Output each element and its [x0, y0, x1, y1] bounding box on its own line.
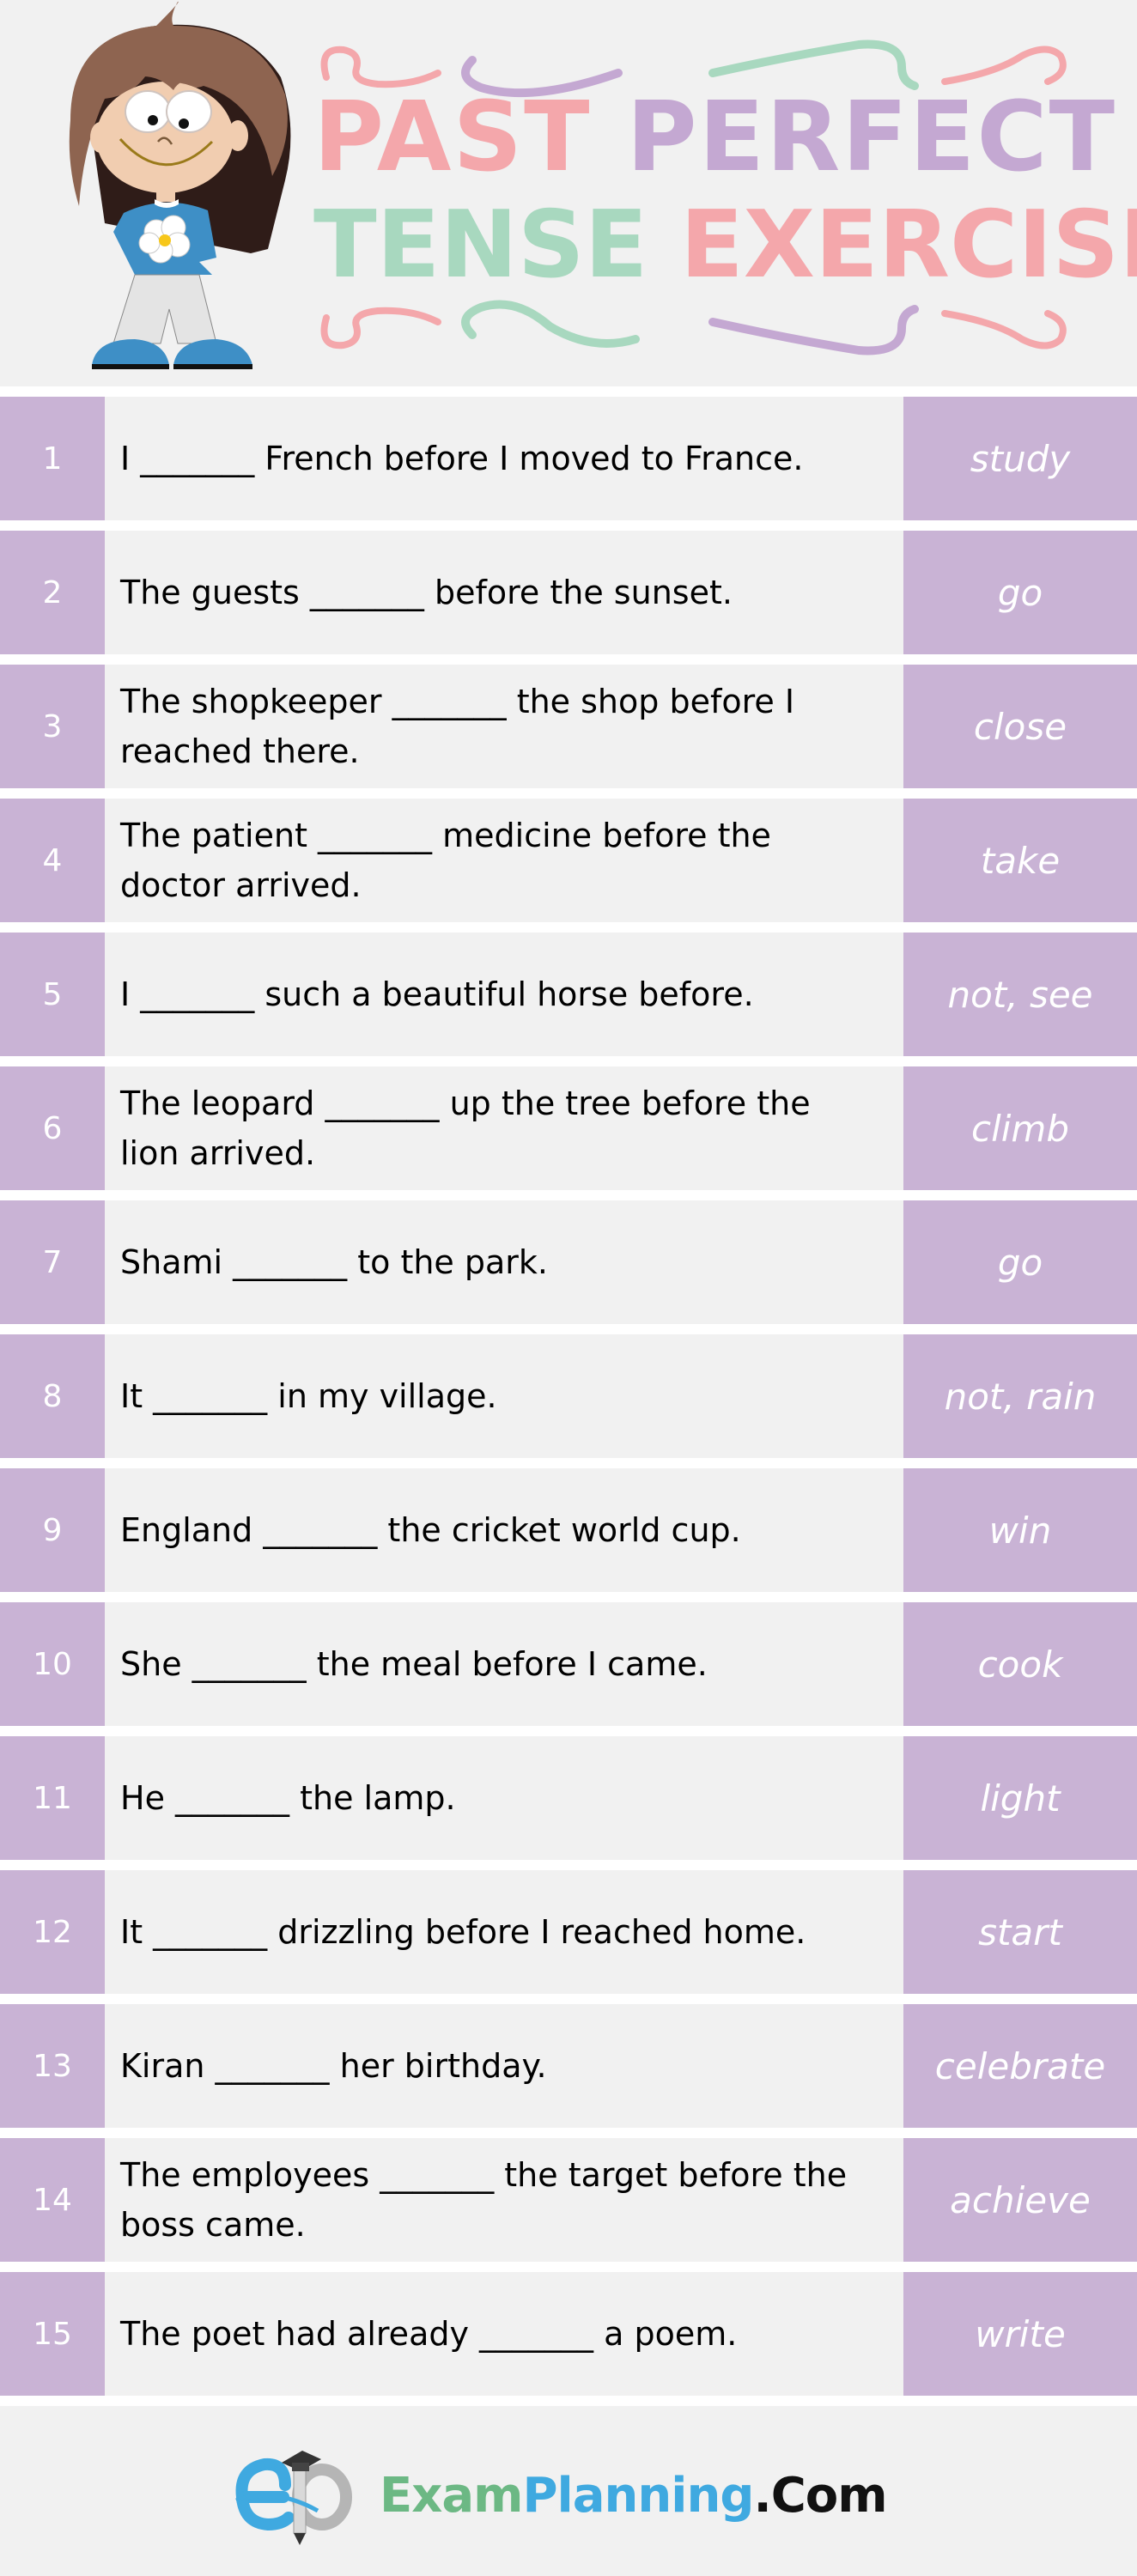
exercise-number: 11 — [0, 1736, 105, 1860]
exercise-verb-hint: achieve — [903, 2138, 1137, 2262]
exercise-number: 8 — [0, 1334, 105, 1458]
exercise-number: 10 — [0, 1602, 105, 1726]
exercise-number: 2 — [0, 531, 105, 654]
exercise-sentence: The poet had already _______ a poem. — [105, 2272, 903, 2396]
exercise-row: 1I _______ French before I moved to Fran… — [0, 397, 1137, 520]
cartoon-girl-illustration — [69, 1, 291, 369]
header: PAST PERFECT TENSE EXERCISE — [0, 0, 1137, 386]
exercise-verb-hint: light — [903, 1736, 1137, 1860]
exercise-number: 12 — [0, 1870, 105, 1994]
exercise-row: 2 The guests _______ before the sunset. go — [0, 531, 1137, 654]
exercise-sentence: The patient _______ medicine before the … — [105, 799, 903, 922]
exercise-sentence: Shami _______ to the park. — [105, 1200, 903, 1324]
title-word-past: PAST — [313, 82, 592, 193]
exercise-sentence: The guests _______ before the sunset. — [105, 531, 903, 654]
exercise-number: 14 — [0, 2138, 105, 2262]
exercise-number: 4 — [0, 799, 105, 922]
exercise-verb-hint: close — [903, 665, 1137, 788]
exercise-sentence: He _______ the lamp. — [105, 1736, 903, 1860]
exercise-verb-hint: climb — [903, 1066, 1137, 1190]
exercise-sentence: The shopkeeper _______ the shop before I… — [105, 665, 903, 788]
exercise-row: 8 It _______ in my village. not, rain — [0, 1334, 1137, 1458]
exercise-verb-hint: go — [903, 1200, 1137, 1324]
brand-part-planning: Planning — [522, 2467, 755, 2524]
exercise-verb-hint: write — [903, 2272, 1137, 2396]
exercise-row: 12 It _______ drizzling before I reached … — [0, 1870, 1137, 1994]
title-line-2: TENSE EXERCISE — [313, 191, 1137, 299]
exercise-verb-hint: celebrate — [903, 2004, 1137, 2128]
exercise-row: 9 England _______ the cricket world cup. w… — [0, 1468, 1137, 1592]
decorative-swirl-bottom — [320, 300, 1067, 355]
exercise-number: 3 — [0, 665, 105, 788]
exercise-number: 5 — [0, 933, 105, 1056]
exercise-sentence: Kiran _______ her birthday. — [105, 2004, 903, 2128]
exercise-row: 15 The poet had already _______ a poem. wr… — [0, 2272, 1137, 2396]
exercise-row: 4 The patient _______ medicine before the… — [0, 799, 1137, 922]
footer: ExamPlanning.Com — [0, 2409, 1137, 2576]
brand-name[interactable]: ExamPlanning.Com — [380, 2467, 888, 2524]
exercise-number: 6 — [0, 1066, 105, 1190]
brand: ExamPlanning.Com — [232, 2444, 888, 2547]
exercise-row: 14 The employees _______ the target befor… — [0, 2138, 1137, 2262]
exercise-sentence: I _______ French before I moved to Franc… — [105, 397, 903, 520]
exercise-number: 13 — [0, 2004, 105, 2128]
exercise-verb-hint: not, see — [903, 933, 1137, 1056]
exercise-row: 10 She _______ the meal before I came. coo… — [0, 1602, 1137, 1726]
exercise-sentence: It _______ in my village. — [105, 1334, 903, 1458]
exercise-verb-hint: start — [903, 1870, 1137, 1994]
exercise-number: 9 — [0, 1468, 105, 1592]
exercise-verb-hint: win — [903, 1468, 1137, 1592]
exercise-verb-hint: go — [903, 531, 1137, 654]
title-line-1: PAST PERFECT — [313, 82, 1115, 193]
exercise-number: 1 — [0, 397, 105, 520]
ep-logo-icon — [235, 2451, 352, 2545]
exercise-verb-hint: take — [903, 799, 1137, 922]
exercise-number: 15 — [0, 2272, 105, 2396]
exercise-row: 7 Shami _______ to the park. go — [0, 1200, 1137, 1324]
brand-part-exam: Exam — [380, 2467, 524, 2524]
exercise-verb-hint: study — [903, 397, 1137, 520]
title-word-exercise: EXERCISE — [680, 191, 1137, 299]
exercise-sentence: England _______ the cricket world cup. — [105, 1468, 903, 1592]
exercise-list: 1I _______ French before I moved to Fran… — [0, 386, 1137, 2406]
exercise-row: 11 He _______ the lamp. light — [0, 1736, 1137, 1860]
exercise-verb-hint: not, rain — [903, 1334, 1137, 1458]
exercise-row: 5I _______ such a beautiful horse before… — [0, 933, 1137, 1056]
exercise-row: 3 The shopkeeper _______ the shop before … — [0, 665, 1137, 788]
exercise-number: 7 — [0, 1200, 105, 1324]
exercise-sentence: She _______ the meal before I came. — [105, 1602, 903, 1726]
exercise-row: 6 The leopard _______ up the tree before … — [0, 1066, 1137, 1190]
title-word-perfect: PERFECT — [626, 82, 1116, 193]
exercise-sentence: The employees _______ the target before … — [105, 2138, 903, 2262]
exercise-sentence: It _______ drizzling before I reached ho… — [105, 1870, 903, 1994]
exercise-verb-hint: cook — [903, 1602, 1137, 1726]
brand-part-com: .Com — [753, 2467, 887, 2524]
exercise-sentence: The leopard _______ up the tree before t… — [105, 1066, 903, 1190]
exercise-sentence: I _______ such a beautiful horse before. — [105, 933, 903, 1056]
title-word-tense: TENSE — [313, 191, 648, 299]
exercise-row: 13 Kiran _______ her birthday. celebrate — [0, 2004, 1137, 2128]
